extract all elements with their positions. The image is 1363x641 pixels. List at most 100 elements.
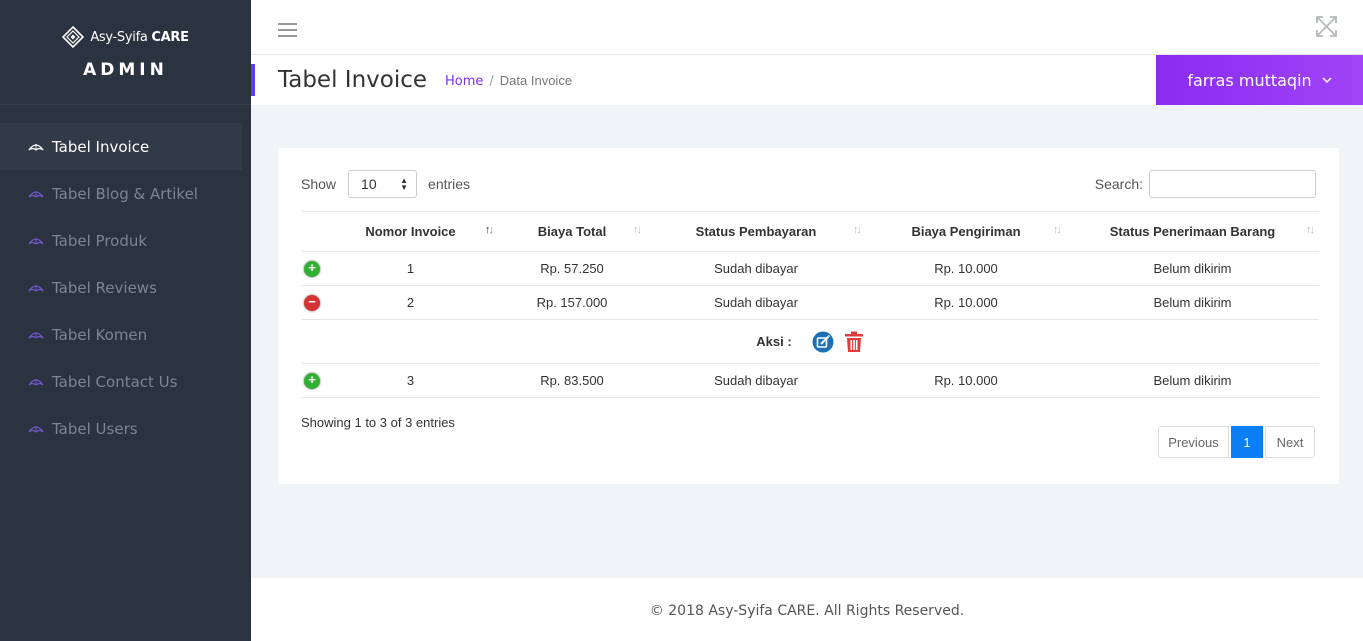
sidebar: Asy-Syifa CARE ADMIN Tabel Invoice Tabel … (0, 0, 251, 641)
entries-control: Show 10 ▲ ▼ entries (301, 170, 470, 198)
role-label: ADMIN (83, 60, 168, 80)
umbrella-icon (28, 143, 44, 151)
cell-penerimaan: Belum dikirim (1066, 285, 1319, 320)
sort-icon: ↑↓ (853, 224, 862, 236)
next-button[interactable]: Next (1265, 426, 1315, 458)
sidebar-item-label: Tabel Komen (52, 325, 148, 344)
umbrella-icon (28, 284, 44, 292)
expand-row-icon[interactable]: + (304, 373, 320, 389)
sidebar-item-tabel-blog-artikel[interactable]: Tabel Blog & Artikel (0, 170, 251, 217)
cell-pengiriman: Rp. 10.000 (866, 363, 1066, 398)
expand-icon[interactable] (1315, 15, 1338, 38)
column-control (301, 211, 323, 252)
cell-penerimaan: Belum dikirim (1066, 251, 1319, 286)
sidebar-item-label: Tabel Blog & Artikel (52, 184, 198, 203)
diamond-logo-icon (62, 26, 85, 48)
collapse-row-icon[interactable]: − (304, 295, 320, 311)
sidebar-item-tabel-produk[interactable]: Tabel Produk (0, 217, 251, 264)
search-input[interactable] (1149, 170, 1316, 198)
table-row: +1 Rp. 57.250 Sudah dibayar Rp. 10.000 Belum… (301, 251, 1319, 286)
sidebar-item-label: Tabel Produk (52, 231, 148, 250)
umbrella-icon (28, 237, 44, 245)
search-control: Search: (1095, 170, 1316, 198)
edit-icon[interactable] (812, 331, 834, 353)
row-control-cell: + (301, 251, 323, 286)
trash-icon[interactable] (844, 331, 864, 353)
brand: Asy-Syifa CARE ADMIN (0, 0, 251, 105)
action-group: Aksi : (301, 331, 1319, 353)
select-arrows-icon: ▲ ▼ (400, 176, 409, 192)
umbrella-icon (28, 425, 44, 433)
cell-nomor: 3 (323, 363, 498, 398)
cell-total: Rp. 157.000 (498, 285, 646, 320)
sidebar-item-tabel-contact-us[interactable]: Tabel Contact Us (0, 358, 251, 405)
table-info: Showing 1 to 3 of 3 entries (301, 415, 455, 430)
hamburger-icon[interactable] (278, 23, 297, 37)
cell-pengiriman: Rp. 10.000 (866, 251, 1066, 286)
title-bar: Tabel Invoice Home / Data Invoice farras m… (251, 55, 1363, 105)
page-1-button[interactable]: 1 (1231, 426, 1263, 458)
cell-total: Rp. 57.250 (498, 251, 646, 286)
title-accent (251, 64, 255, 96)
cell-nomor: 1 (323, 251, 498, 286)
sidebar-item-tabel-users[interactable]: Tabel Users (0, 405, 251, 452)
pagination: Previous 1 Next (1158, 426, 1315, 458)
cell-penerimaan: Belum dikirim (1066, 363, 1319, 398)
cell-pembayaran: Sudah dibayar (646, 285, 866, 320)
breadcrumb: Home / Data Invoice (445, 73, 572, 89)
table-row: +3 Rp. 83.500 Sudah dibayar Rp. 10.000 Belum… (301, 363, 1319, 398)
sidebar-item-tabel-invoice[interactable]: Tabel Invoice (0, 123, 242, 170)
column-header-total[interactable]: Biaya Total ↑↓ (498, 211, 646, 252)
column-header-nomor[interactable]: Nomor Invoice ↑↓ (323, 211, 498, 252)
cell-pembayaran: Sudah dibayar (646, 363, 866, 398)
table-header-row: Nomor Invoice ↑↓ Biaya Total ↑↓ Status Pem… (301, 211, 1319, 252)
breadcrumb-separator: / (489, 74, 494, 89)
aksi-label: Aksi : (756, 334, 792, 349)
invoice-table: Nomor Invoice ↑↓ Biaya Total ↑↓ Status Pem… (301, 211, 1319, 398)
sidebar-item-label: Tabel Users (52, 419, 138, 438)
umbrella-icon (28, 331, 44, 339)
show-label: Show (301, 176, 337, 192)
umbrella-icon (28, 378, 44, 386)
row-control-cell: − (301, 285, 323, 320)
previous-button[interactable]: Previous (1158, 426, 1229, 458)
row-control-cell: + (301, 363, 323, 398)
sort-icon: ↑↓ (633, 224, 642, 236)
sort-asc-icon: ↑↓ (485, 224, 494, 236)
breadcrumb-current: Data Invoice (499, 73, 573, 88)
sidebar-item-label: Tabel Contact Us (52, 372, 178, 391)
breadcrumb-home[interactable]: Home (445, 74, 483, 89)
column-header-pengiriman[interactable]: Biaya Pengiriman ↑↓ (866, 211, 1066, 252)
sort-icon: ↑↓ (1306, 224, 1315, 236)
cell-nomor: 2 (323, 285, 498, 320)
umbrella-icon (28, 190, 44, 198)
expand-row-icon[interactable]: + (304, 261, 320, 277)
logo-text-regular: Asy-Syifa (90, 29, 148, 45)
sidebar-menu: Tabel Invoice Tabel Blog & Artikel Tabel P… (0, 123, 251, 452)
invoice-card: Show 10 ▲ ▼ entries Search: Nomor Invoice… (278, 148, 1339, 484)
sidebar-item-label: Tabel Reviews (52, 278, 157, 297)
sidebar-item-tabel-reviews[interactable]: Tabel Reviews (0, 264, 251, 311)
table-row: −2 Rp. 157.000 Sudah dibayar Rp. 10.000 Belu… (301, 285, 1319, 320)
column-header-penerimaan[interactable]: Status Penerimaan Barang ↑↓ (1066, 211, 1319, 252)
search-label: Search: (1094, 176, 1143, 192)
row-detail-cell: Aksi : (301, 319, 1319, 364)
row-detail: Aksi : (301, 319, 1319, 364)
cell-pembayaran: Sudah dibayar (646, 251, 866, 286)
entries-select[interactable]: 10 ▲ ▼ (348, 170, 418, 198)
chevron-down-icon (1322, 76, 1332, 83)
column-header-pembayaran[interactable]: Status Pembayaran ↑↓ (646, 211, 866, 252)
page-title: Tabel Invoice (278, 67, 428, 93)
entries-value: 10 (361, 176, 377, 192)
sort-icon: ↑↓ (1053, 224, 1062, 236)
logo-text-bold: CARE (151, 29, 189, 45)
top-header (251, 0, 1363, 55)
user-menu-button[interactable]: farras muttaqin (1156, 55, 1363, 105)
sidebar-item-tabel-komen[interactable]: Tabel Komen (0, 311, 251, 358)
cell-total: Rp. 83.500 (498, 363, 646, 398)
logo-text: Asy-Syifa CARE (90, 29, 189, 45)
sidebar-item-label: Tabel Invoice (52, 137, 150, 156)
cell-pengiriman: Rp. 10.000 (866, 285, 1066, 320)
user-name: farras muttaqin (1187, 70, 1312, 90)
logo[interactable]: Asy-Syifa CARE (0, 26, 251, 48)
